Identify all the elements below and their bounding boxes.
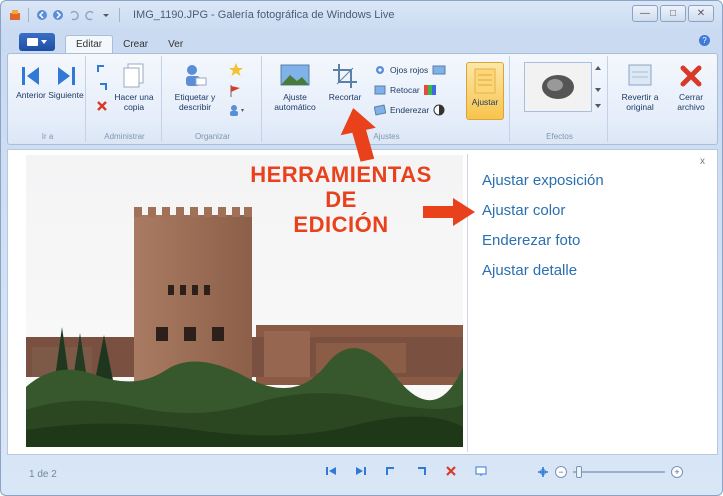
arrow-up-icon [340, 108, 376, 162]
adjust-panel: Ajustar exposición Ajustar color Enderez… [482, 172, 604, 292]
auto-adjust-button[interactable]: Ajuste automático [272, 62, 318, 112]
close-icon: ✕ [696, 8, 706, 19]
adjust-exposure-link[interactable]: Ajustar exposición [482, 172, 604, 189]
ribbon-tabs: Editar Crear Ver ? [1, 31, 722, 53]
first-icon[interactable] [325, 465, 337, 477]
tag-icon [186, 65, 207, 86]
tag-describe-button[interactable]: Etiquetar y describir [170, 62, 220, 112]
undo-icon[interactable] [68, 9, 80, 21]
retouch-button[interactable]: Retocar [374, 84, 436, 96]
redo-icon[interactable] [84, 9, 96, 21]
back-icon[interactable] [36, 9, 48, 21]
close-file-icon [680, 65, 702, 87]
group-label-navigate: Ir a [41, 132, 54, 141]
title-bar: IMG_1190.JPG - Galería fotográfica de Wi… [1, 1, 722, 29]
effect-gallery[interactable] [524, 62, 592, 112]
revert-icon [628, 64, 652, 86]
window-controls: — □ ✕ [632, 5, 714, 22]
straighten-photo-link[interactable]: Enderezar foto [482, 232, 604, 249]
maximize-button[interactable]: □ [660, 5, 686, 22]
annotation-line: EDICIÓN [293, 212, 389, 237]
page-count: 1 de 2 [29, 468, 57, 480]
make-copy-button[interactable]: Hacer una copia [110, 62, 158, 112]
panel-close-icon[interactable]: x [700, 156, 705, 167]
minimize-icon: — [640, 8, 650, 19]
gallery-scroll-icon[interactable] [594, 64, 602, 110]
slideshow-icon[interactable] [475, 465, 487, 477]
annotation-line: HERRAMIENTAS [250, 162, 432, 187]
prev-icon [22, 67, 39, 85]
rotate-right-icon[interactable] [96, 80, 108, 92]
next-button[interactable]: Siguiente [48, 64, 84, 100]
adjust-panel-icon [474, 68, 496, 94]
app-menu-button[interactable] [19, 33, 55, 51]
crop-icon [333, 64, 357, 88]
group-label-manage: Administrar [104, 132, 145, 141]
people-tag-icon[interactable] [228, 104, 246, 116]
close-window-button[interactable]: ✕ [688, 5, 714, 22]
tab-view[interactable]: Ver [158, 36, 193, 53]
red-eye-button[interactable]: Ojos rojos [374, 64, 446, 76]
zoom-control: − + [537, 466, 683, 478]
menu-icon [27, 38, 38, 46]
zoom-out-icon[interactable]: − [555, 466, 567, 478]
red-eye-icon [376, 66, 384, 74]
fit-icon[interactable] [537, 466, 549, 478]
rotate-right-icon[interactable] [415, 465, 427, 477]
picture-icon [432, 65, 446, 75]
next-icon [58, 67, 75, 85]
group-navigate: Anterior Siguiente Ir a [10, 56, 86, 142]
annotation-line: DE [325, 187, 357, 212]
close-file-button[interactable]: Cerrar archivo [668, 62, 714, 112]
zoom-thumb[interactable] [576, 466, 582, 478]
adjust-color-link[interactable]: Ajustar color [482, 202, 604, 219]
last-icon[interactable] [355, 465, 367, 477]
chevron-down-icon [41, 40, 47, 44]
color-icon [423, 85, 436, 95]
annotation-label: HERRAMIENTAS DE EDICIÓN [231, 162, 451, 237]
auto-adjust-icon [280, 64, 310, 86]
minimize-button[interactable]: — [632, 5, 658, 22]
tab-create[interactable]: Crear [113, 36, 158, 53]
forward-icon[interactable] [52, 9, 64, 21]
status-bar: 1 de 2 − + [7, 457, 718, 491]
qat-dropdown-icon[interactable] [100, 9, 112, 21]
group-effects: Efectos [512, 56, 608, 142]
separator [119, 8, 120, 22]
app-icon [10, 10, 20, 20]
flag-icon[interactable] [228, 84, 242, 98]
star-icon[interactable] [228, 62, 244, 78]
help-icon[interactable]: ? [699, 35, 710, 46]
rotate-left-icon[interactable] [96, 62, 108, 74]
revert-button[interactable]: Revertir a original [614, 62, 666, 112]
copy-icon [123, 63, 144, 88]
adjust-detail-link[interactable]: Ajustar detalle [482, 262, 604, 279]
group-organize: Etiquetar y describir Organizar [164, 56, 262, 142]
adjust-button[interactable]: Ajustar [466, 62, 504, 120]
zoom-in-icon[interactable]: + [671, 466, 683, 478]
window-title: IMG_1190.JPG - Galería fotográfica de Wi… [133, 9, 395, 21]
contrast-icon [433, 104, 445, 116]
bw-effect-thumbnail [525, 63, 591, 111]
prev-button[interactable]: Anterior [14, 64, 48, 100]
separator [28, 8, 29, 22]
maximize-icon: □ [669, 8, 677, 19]
group-label-organize: Organizar [194, 132, 231, 141]
crop-button[interactable]: Recortar [324, 62, 366, 102]
retouch-icon [374, 85, 386, 95]
app-window: IMG_1190.JPG - Galería fotográfica de Wi… [0, 0, 723, 496]
tab-edit[interactable]: Editar [65, 35, 114, 53]
group-manage: Hacer una copia Administrar [88, 56, 162, 142]
delete-icon[interactable] [96, 100, 108, 112]
status-toolbar [325, 465, 487, 477]
arrow-right-icon [423, 198, 475, 226]
rotate-left-icon[interactable] [385, 465, 397, 477]
delete-icon[interactable] [445, 465, 457, 477]
zoom-slider[interactable] [573, 466, 665, 478]
group-label-effects: Efectos [546, 132, 573, 141]
